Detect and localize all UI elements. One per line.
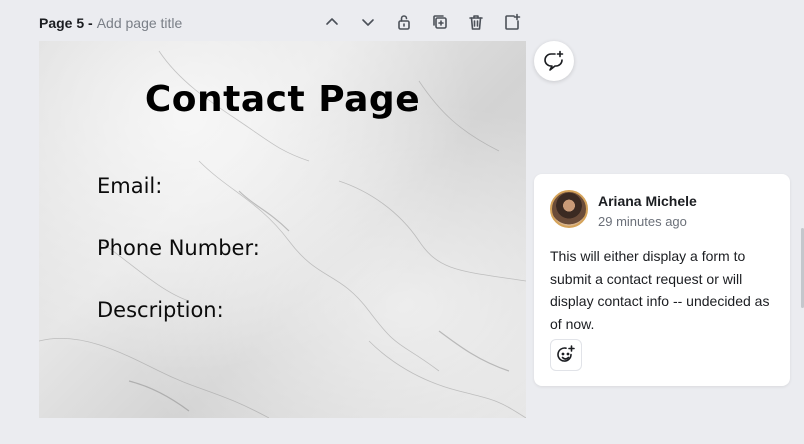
lock-icon	[398, 15, 410, 30]
delete-page-button[interactable]	[464, 10, 488, 34]
add-reaction-icon	[557, 345, 575, 362]
add-comment-icon	[544, 50, 564, 71]
comment-author: Ariana Michele	[598, 193, 697, 209]
add-page-button[interactable]	[500, 10, 524, 34]
email-label[interactable]: Email:	[97, 174, 162, 198]
description-label[interactable]: Description:	[97, 298, 224, 322]
move-page-down-button[interactable]	[356, 10, 380, 34]
add-comment-button[interactable]	[534, 41, 574, 81]
design-page-canvas[interactable]: Contact Page Email: Phone Number: Descri…	[39, 41, 526, 418]
move-page-up-button[interactable]	[320, 10, 344, 34]
lock-page-button[interactable]	[392, 10, 416, 34]
add-reaction-button[interactable]	[550, 339, 582, 371]
trash-icon	[469, 15, 483, 30]
comment-card: Ariana Michele 29 minutes ago This will …	[534, 174, 790, 386]
phone-number-label[interactable]: Phone Number:	[97, 236, 260, 260]
page-toolbar	[320, 10, 536, 34]
page-number-label: Page 5 -	[39, 15, 93, 31]
comment-timestamp: 29 minutes ago	[598, 214, 687, 229]
page-title-input[interactable]: Add page title	[97, 15, 183, 31]
canvas-title[interactable]: Contact Page	[39, 79, 526, 120]
duplicate-page-button[interactable]	[428, 10, 452, 34]
add-page-icon	[505, 13, 521, 30]
page-header: Page 5 - Add page title	[39, 13, 182, 33]
chevron-down-icon	[362, 19, 374, 26]
chevron-up-icon	[326, 18, 338, 25]
comment-text: This will either display a form to submi…	[550, 248, 770, 332]
duplicate-icon	[433, 15, 447, 29]
avatar	[550, 190, 588, 228]
